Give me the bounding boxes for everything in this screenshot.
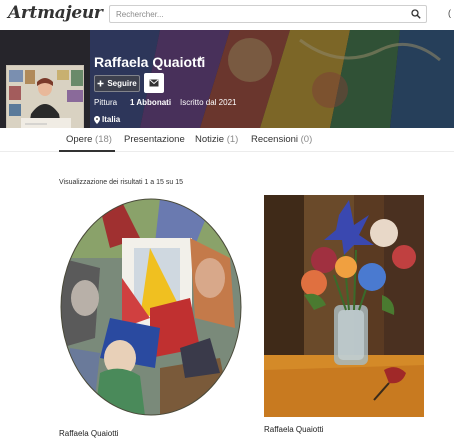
tab-notizie[interactable]: Notizie (1)	[195, 134, 238, 145]
artwork-2-image[interactable]	[264, 195, 424, 417]
artwork-2-artist[interactable]: Raffaela Quaiotti	[264, 425, 323, 434]
message-button[interactable]	[144, 73, 164, 93]
envelope-icon	[149, 79, 159, 87]
top-bar: Artmajeur (	[0, 0, 454, 30]
follow-label: Seguire	[107, 79, 137, 88]
tab-recensioni[interactable]: Recensioni (0)	[251, 134, 312, 145]
tab-opere[interactable]: Opere (18)	[66, 134, 112, 145]
artwork-1-artist[interactable]: Raffaela Quaiotti	[59, 429, 118, 438]
tab-opere-count: (18)	[95, 134, 112, 145]
active-tab-indicator	[59, 150, 115, 152]
followers-count[interactable]: 1 Abbonati	[130, 98, 171, 107]
artist-avatar[interactable]	[6, 65, 84, 128]
joined-date: Iscritto dal 2021	[180, 98, 237, 107]
artist-location: Italia	[94, 115, 120, 124]
followers-label: 1 Abbonati	[130, 98, 172, 107]
plus-icon	[97, 80, 104, 87]
tab-presentazione[interactable]: Presentazione	[124, 134, 185, 145]
menu-icon[interactable]: (	[448, 8, 454, 20]
tab-recensioni-count: (0)	[300, 134, 313, 145]
location-label: Italia	[102, 115, 121, 124]
avatar-photo	[7, 66, 83, 128]
tab-recensioni-label: Recensioni	[251, 134, 298, 145]
tab-presentazione-label: Presentazione	[124, 134, 185, 145]
artwork-1-image[interactable]	[60, 198, 242, 416]
tab-opere-label: Opere	[66, 134, 93, 145]
artist-badge: *	[198, 54, 203, 68]
search-input[interactable]	[110, 6, 400, 22]
artmajeur-logo[interactable]: Artmajeur	[8, 3, 103, 23]
tab-notizie-count: (1)	[226, 134, 239, 145]
follow-button[interactable]: Seguire	[94, 75, 140, 92]
search-box[interactable]	[109, 5, 427, 23]
profile-banner	[0, 30, 454, 128]
map-pin-icon	[94, 115, 100, 124]
artist-category: Pittura	[94, 98, 118, 107]
artist-name[interactable]: Raffaela Quaiotti	[94, 54, 205, 70]
results-count: Visualizzazione dei risultati 1 a 15 su …	[59, 179, 184, 186]
profile-tabs: Opere (18) Presentazione Notizie (1) Rec…	[0, 128, 454, 152]
tab-notizie-label: Notizie	[195, 134, 225, 145]
search-icon[interactable]	[411, 9, 421, 19]
